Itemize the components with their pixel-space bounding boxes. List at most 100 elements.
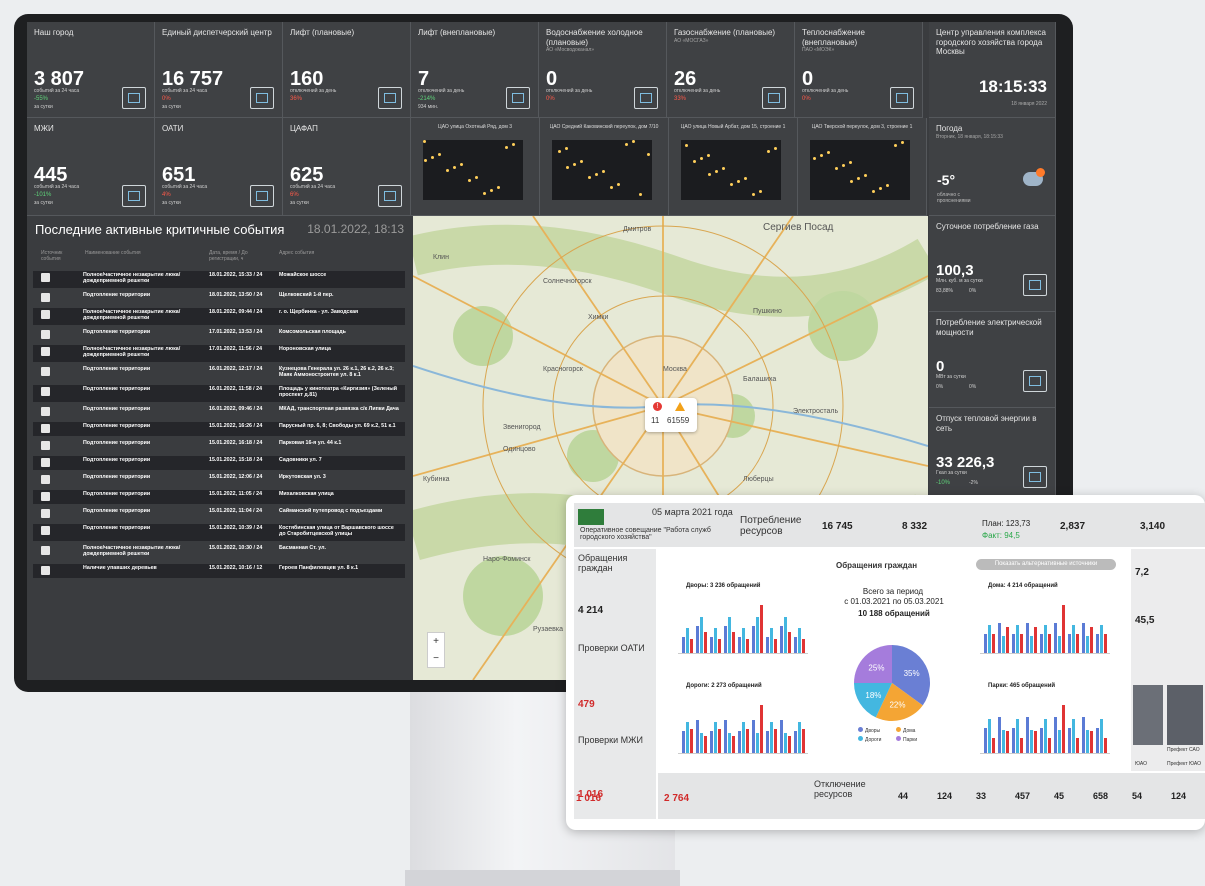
event-time: 15.01.2022, 11:05 / 24 <box>209 491 263 497</box>
chart-bar <box>714 722 717 753</box>
metric-tile[interactable]: Наш город 3 807 событий за 24 часа -55% за с… <box>27 22 155 118</box>
tile-delta: 6% <box>290 192 299 198</box>
table-row[interactable]: Подтопление территории 16.01.2022, 09:46 … <box>33 405 405 419</box>
header-name: Наименование события <box>85 250 141 256</box>
table-row[interactable]: Подтопление территории 15.01.2022, 16:26 … <box>33 422 405 436</box>
map-label: Одинцово <box>503 446 536 453</box>
outages-label: Отключение ресурсов <box>814 779 866 799</box>
metric-tile[interactable]: МЖИ 445 событий за 24 часа -101% за сутки <box>27 118 155 216</box>
table-row[interactable]: Подтопление территории 18.01.2022, 13:50 … <box>33 291 405 305</box>
source-icon <box>41 492 50 501</box>
metric-tile[interactable]: ЦАФАП 625 событий за 24 часа 6% за сутки <box>283 118 411 216</box>
event-time: 18.01.2022, 13:50 / 24 <box>209 292 263 298</box>
metric-tile[interactable]: Газоснабжение (плановые) АО «МОСГАЗ» 26 отк… <box>667 22 795 118</box>
table-row[interactable]: Подтопление территории 15.01.2022, 11:05 … <box>33 490 405 504</box>
camera-tile[interactable]: ЦАО Тверской переулок, дом 3, строение 1 <box>798 118 927 216</box>
chart-bar <box>984 728 987 753</box>
overlay-left: Обращения граждан 4 214 Проверки ОАТИ 47… <box>574 549 656 819</box>
legend-dot-icon <box>896 727 901 732</box>
zoom-out-button[interactable]: − <box>428 650 444 667</box>
event-address: Можайское шоссе <box>279 272 327 278</box>
map-label: Люберцы <box>743 476 774 483</box>
map-label: Кубинка <box>423 476 450 483</box>
event-name: Полное/частичное незакрытие люка/дождепр… <box>83 346 181 358</box>
chart-bar <box>802 729 805 753</box>
total-period: с 01.03.2021 по 05.03.2021 <box>844 597 944 606</box>
metric-tile[interactable]: Единый диспетчерский центр 16 757 событий … <box>155 22 283 118</box>
chart-bar <box>700 733 703 753</box>
table-row[interactable]: Подтопление территории 15.01.2022, 16:18 … <box>33 439 405 453</box>
resource-tile[interactable]: Суточное потребление газа 100,3 Млн. куб. … <box>929 216 1056 312</box>
chart-bar <box>784 617 787 653</box>
metric-tile[interactable]: Теплоснабжение (внеплановые) ПАО «МОЭК» 0 о… <box>795 22 923 118</box>
table-row[interactable]: Подтопление территории 16.01.2022, 11:58 … <box>33 385 405 402</box>
total-count: 10 188 обращений <box>858 609 930 618</box>
chart-bar <box>988 625 991 653</box>
event-name: Подтопление территории <box>83 491 151 497</box>
camera-tile[interactable]: ЦАО улица Охотный Ряд, дом 3 <box>411 118 540 216</box>
table-row[interactable]: Подтопление территории 16.01.2022, 12:17 … <box>33 365 405 382</box>
event-name: Подтопление территории <box>83 423 151 429</box>
table-row[interactable]: Подтопление территории 15.01.2022, 11:04 … <box>33 507 405 521</box>
chart-bar <box>728 733 731 753</box>
chart-bar <box>1030 730 1033 753</box>
resource-delta-b: 0% <box>969 288 977 294</box>
chart-bar <box>752 626 755 653</box>
chart-bar <box>704 736 707 753</box>
event-time: 17.01.2022, 11:56 / 24 <box>209 346 263 352</box>
tile-icon <box>378 87 402 109</box>
pie-label: 25% <box>868 663 884 672</box>
alt-sources-button[interactable]: Показать альтернативные источники <box>976 559 1116 570</box>
chart-bar <box>742 722 745 753</box>
resource-tile[interactable]: Потребление электрической мощности 0 МВт з… <box>929 312 1056 408</box>
mini-bar-chart <box>980 593 1110 665</box>
chart-title-houses: Дома: 4 214 обращений <box>988 583 1058 589</box>
chart-bar <box>1096 728 1099 753</box>
event-address: Парусный пр. 6, 8; Свободы ул. 69 к.2, 5… <box>279 423 396 429</box>
tile-icon <box>122 185 146 207</box>
resource-icon <box>1023 274 1047 296</box>
metric-tile[interactable]: Лифт (внеплановые) 7 отключений за день -21… <box>411 22 539 118</box>
resource-plan: План: 123,73 <box>982 519 1031 528</box>
map-cluster-marker[interactable]: ! 11 61559 <box>645 398 697 432</box>
chart-bar <box>1048 738 1051 753</box>
tile-sub: отключений за день <box>546 88 593 94</box>
table-row[interactable]: Подтопление территории 15.01.2022, 15:18 … <box>33 456 405 470</box>
chart-bar <box>1086 730 1089 753</box>
chart-bar <box>718 729 721 753</box>
chart-bar <box>770 628 773 653</box>
table-row[interactable]: Полное/частичное незакрытие люка/дождепр… <box>33 271 405 288</box>
moscow-logo-icon <box>578 509 604 525</box>
legend-item: Дома <box>896 727 934 734</box>
tile-sub: событий за 24 часа <box>162 184 208 190</box>
chart-bar <box>724 720 727 753</box>
weather-tile: Погода Вторник, 18 января, 18:15:33 -5° … <box>929 118 1056 216</box>
resource-sub: Млн. куб. м за сутки <box>936 278 983 284</box>
chart-bar <box>1006 731 1009 753</box>
map-label: Дмитров <box>623 226 652 233</box>
sun-icon <box>1036 168 1045 177</box>
chart-bar <box>1040 728 1043 753</box>
outage-value: 658 <box>1093 791 1109 801</box>
avatar <box>1167 685 1203 745</box>
metric-tile[interactable]: Лифт (плановые) 160 отключений за день 36% <box>283 22 411 118</box>
legend-label: Дворы <box>865 728 881 734</box>
chart-bar <box>788 736 791 753</box>
metric-tile[interactable]: ОАТИ 651 событий за 24 часа 4% за сутки <box>155 118 283 216</box>
zoom-in-button[interactable]: + <box>428 633 444 650</box>
table-row[interactable]: Подтопление территории 15.01.2022, 10:39 … <box>33 524 405 541</box>
overlay-screenshot: 05 марта 2021 года Оперативное совещание… <box>566 495 1205 830</box>
table-row[interactable]: Подтопление территории 15.01.2022, 12:06 … <box>33 473 405 487</box>
table-row[interactable]: Полное/частичное незакрытие люка/дождепр… <box>33 544 405 561</box>
resource-sub: Гкал за сутки <box>936 470 967 476</box>
table-row[interactable]: Полное/частичное незакрытие люка/дождепр… <box>33 308 405 325</box>
camera-tile[interactable]: ЦАО Средний Каковинский переулок, дом 7/… <box>540 118 669 216</box>
camera-tile[interactable]: ЦАО улица Новый Арбат, дом 15, строение … <box>669 118 798 216</box>
table-row[interactable]: Наличие упавших деревьев 15.01.2022, 10:1… <box>33 564 405 578</box>
resource-title: Потребление электрической мощности <box>936 318 1042 337</box>
table-row[interactable]: Полное/частичное незакрытие люка/дождепр… <box>33 345 405 362</box>
map-label: Электросталь <box>793 408 839 415</box>
table-row[interactable]: Подтопление территории 17.01.2022, 13:53 … <box>33 328 405 342</box>
metric-tile[interactable]: Водоснабжение холодное (плановые) АО «Мос… <box>539 22 667 118</box>
mini-bar-chart <box>678 593 808 665</box>
